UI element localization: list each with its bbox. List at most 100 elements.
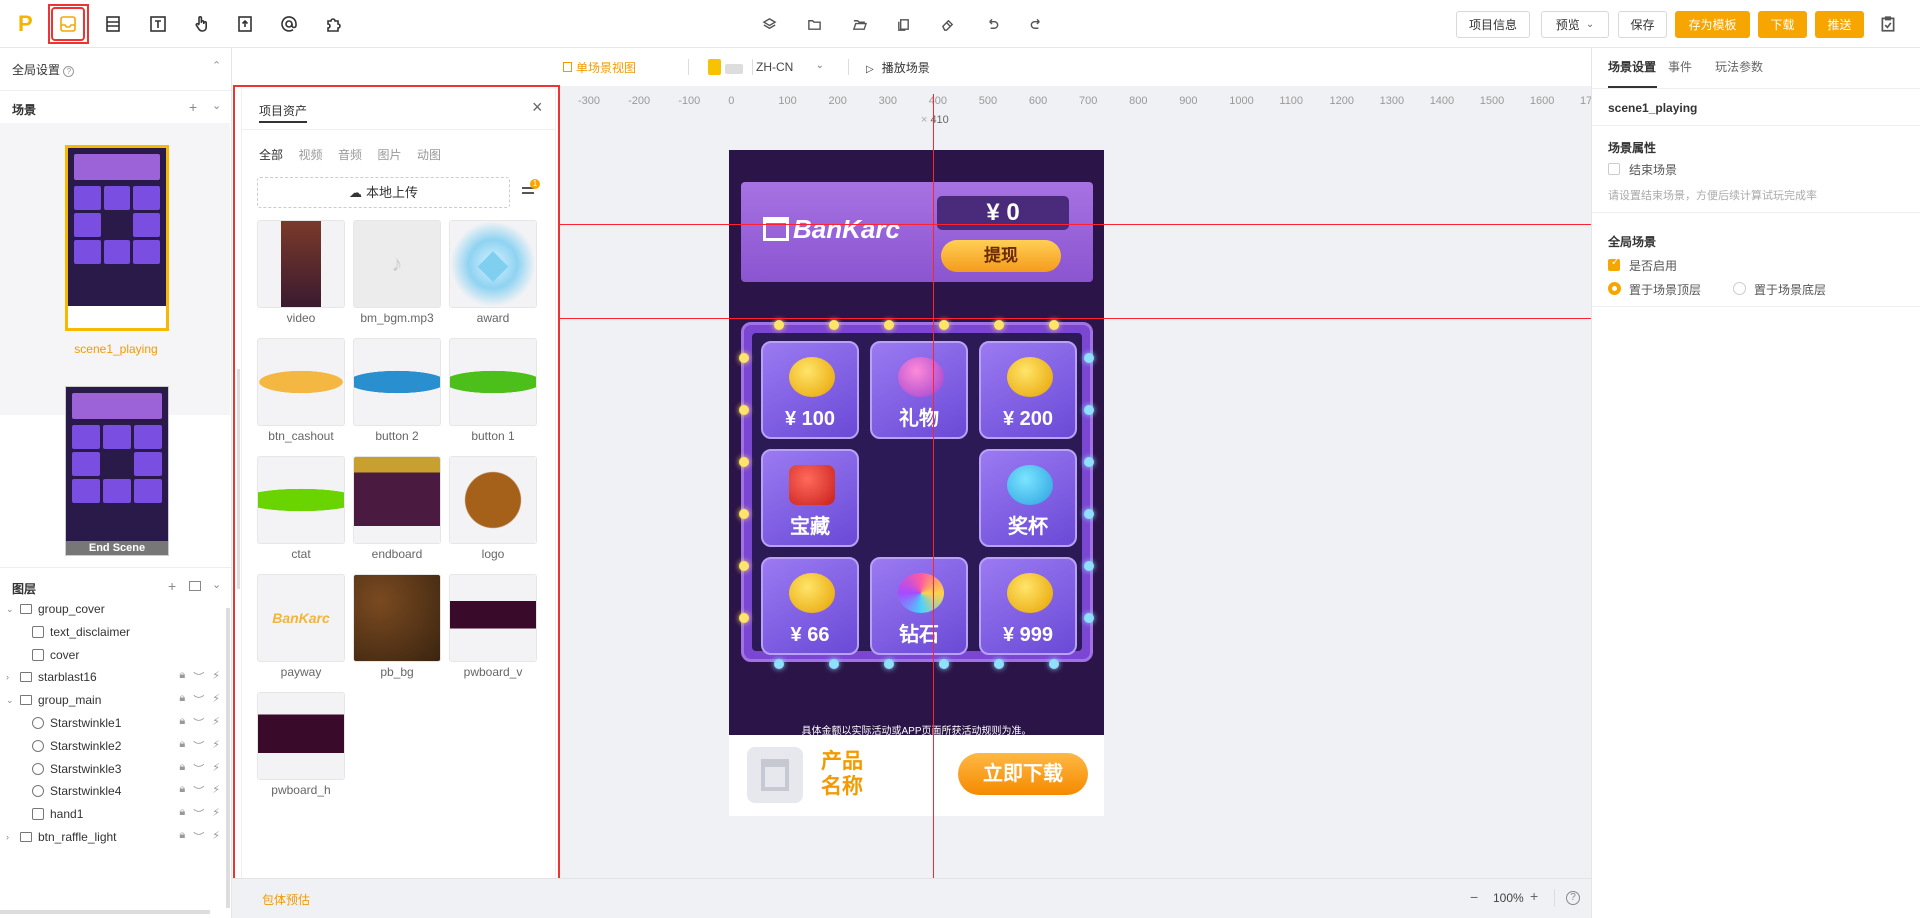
asset-tile[interactable] (257, 338, 345, 426)
prize-cell[interactable]: 礼物 (870, 341, 968, 439)
clipboard-check-icon[interactable] (1876, 12, 1900, 36)
asset-tile[interactable] (353, 338, 441, 426)
scene-name-scene1[interactable]: scene1_playing (0, 342, 232, 356)
assets-scrollbar[interactable] (237, 369, 240, 589)
close-guide-icon[interactable]: × (921, 114, 927, 126)
visibility-icon[interactable]: ︶ (193, 738, 204, 754)
chevron-down-icon[interactable]: ⌄ (212, 99, 221, 112)
chevron-down-icon[interactable]: ⌄ (212, 578, 221, 591)
layer-scrollbar[interactable] (226, 608, 230, 908)
horizontal-scrollbar[interactable] (0, 910, 210, 914)
asset-tile[interactable]: ◆ (449, 220, 537, 308)
horizontal-guide-line[interactable] (560, 318, 1591, 319)
asset-tile[interactable]: BanKarc (257, 574, 345, 662)
preview-dropdown[interactable]: 预览 ⌄ (1541, 11, 1609, 38)
animation-icon[interactable]: ⚡︎ (212, 692, 220, 708)
prize-cell[interactable]: 钻石 (870, 557, 968, 655)
prize-cell[interactable]: ¥ 200 (979, 341, 1077, 439)
right-tab[interactable]: 玩法参数 (1715, 58, 1763, 75)
asset-tile[interactable]: ♪ (353, 220, 441, 308)
lock-icon[interactable]: 🔒︎ (179, 738, 185, 754)
visibility-icon[interactable]: ︶ (193, 715, 204, 731)
visibility-icon[interactable]: ︶ (193, 761, 204, 777)
layer-row[interactable]: › btn_raffle_light 🔒︎ ︶ ⚡︎ (0, 826, 226, 848)
visibility-icon[interactable]: ︶ (193, 783, 204, 799)
place-bottom-radio[interactable] (1733, 282, 1746, 295)
mention-tool-icon[interactable] (274, 9, 304, 39)
color-swatch-gray[interactable] (725, 64, 743, 74)
local-upload-button[interactable]: ☁ 本地上传 (257, 177, 510, 208)
visibility-icon[interactable]: ︶ (193, 692, 204, 708)
layer-row[interactable]: hand1 🔒︎ ︶ ⚡︎ (0, 803, 226, 825)
project-info-button[interactable]: 项目信息 (1456, 11, 1530, 38)
chevron-down-icon[interactable]: ⌄ (6, 604, 16, 615)
chevron-right-icon[interactable]: › (6, 832, 16, 842)
lock-icon[interactable]: 🔒︎ (179, 829, 185, 845)
phone-preview[interactable]: BanKarc ¥ 0 提现 ¥ 100 礼物 ¥ 200 宝藏 奖杯 ¥ 66 钻石 ¥ 9… (729, 150, 1104, 816)
folder-icon[interactable] (803, 13, 825, 35)
filter-tab[interactable]: 视频 (299, 146, 323, 163)
view-mode-button[interactable]: 单场景视图 (563, 59, 636, 76)
open-folder-icon[interactable] (848, 13, 870, 35)
right-tab[interactable]: 事件 (1668, 58, 1692, 75)
push-button[interactable]: 推送 (1815, 11, 1864, 38)
vertical-guide-line[interactable] (933, 94, 934, 878)
asset-tile[interactable] (257, 692, 345, 780)
layout-tool-icon[interactable] (98, 9, 128, 39)
horizontal-guide-line[interactable] (560, 224, 1591, 225)
add-layer-icon[interactable]: + (168, 578, 176, 594)
lock-icon[interactable]: 🔒︎ (179, 806, 185, 822)
animation-icon[interactable]: ⚡︎ (212, 715, 220, 731)
layer-row[interactable]: Starstwinkle3 🔒︎ ︶ ⚡︎ (0, 758, 226, 780)
app-logo[interactable]: P (18, 11, 40, 37)
layer-row[interactable]: › starblast16 🔒︎ ︶ ⚡︎ (0, 666, 226, 688)
collapse-up-icon[interactable]: ⌃ (212, 59, 221, 72)
filter-tab[interactable]: 音频 (338, 146, 362, 163)
zoom-level[interactable]: 100% (1493, 891, 1524, 905)
visibility-icon[interactable]: ︶ (193, 806, 204, 822)
asset-tile[interactable] (353, 574, 441, 662)
plugin-tool-icon[interactable] (319, 9, 349, 39)
play-scene-button[interactable]: ▷ 播放场景 (866, 59, 930, 76)
chevron-right-icon[interactable]: › (6, 672, 16, 682)
add-scene-icon[interactable]: + (189, 99, 197, 115)
layer-row[interactable]: text_disclaimer (0, 621, 226, 643)
save-button[interactable]: 保存 (1618, 11, 1667, 38)
undo-icon[interactable] (981, 13, 1003, 35)
lock-icon[interactable]: 🔒︎ (179, 692, 185, 708)
zoom-in-icon[interactable]: + (1530, 888, 1538, 904)
asset-tile[interactable] (353, 456, 441, 544)
visibility-icon[interactable]: ︶ (193, 669, 204, 685)
layers-icon[interactable] (758, 13, 780, 35)
lock-icon[interactable]: 🔒︎ (179, 783, 185, 799)
filter-tab[interactable]: 动图 (417, 146, 441, 163)
package-estimate-link[interactable]: 包体预估 (262, 891, 310, 908)
help-icon[interactable]: ? (63, 66, 75, 77)
filter-tab[interactable]: 图片 (378, 146, 402, 163)
zoom-out-icon[interactable]: − (1470, 889, 1478, 905)
asset-tile[interactable] (257, 456, 345, 544)
close-icon[interactable]: × (532, 97, 543, 118)
visibility-icon[interactable]: ︶ (193, 829, 204, 845)
text-tool-icon[interactable] (143, 9, 173, 39)
filter-tab[interactable]: 全部 (259, 146, 283, 163)
animation-icon[interactable]: ⚡︎ (212, 829, 220, 845)
layer-row[interactable]: Starstwinkle4 🔒︎ ︶ ⚡︎ (0, 780, 226, 802)
place-top-radio[interactable] (1608, 282, 1621, 295)
asset-tile[interactable] (449, 456, 537, 544)
animation-icon[interactable]: ⚡︎ (212, 669, 220, 685)
chevron-down-icon[interactable]: ⌄ (6, 695, 16, 706)
scene-thumbnail-scene1[interactable] (65, 145, 169, 331)
save-as-template-button[interactable]: 存为模板 (1675, 11, 1750, 38)
prize-cell[interactable]: 宝藏 (761, 449, 859, 547)
download-button[interactable]: 下载 (1758, 11, 1807, 38)
redo-icon[interactable] (1025, 13, 1047, 35)
lock-icon[interactable]: 🔒︎ (179, 761, 185, 777)
cashout-button[interactable]: 提现 (941, 240, 1061, 272)
gesture-tool-icon[interactable] (186, 9, 216, 39)
layer-row[interactable]: Starstwinkle2 🔒︎ ︶ ⚡︎ (0, 735, 226, 757)
upload-file-tool-icon[interactable] (230, 9, 260, 39)
help-icon[interactable]: ? (1566, 891, 1580, 905)
download-now-button[interactable]: 立即下载 (958, 753, 1088, 795)
prize-cell[interactable]: ¥ 66 (761, 557, 859, 655)
